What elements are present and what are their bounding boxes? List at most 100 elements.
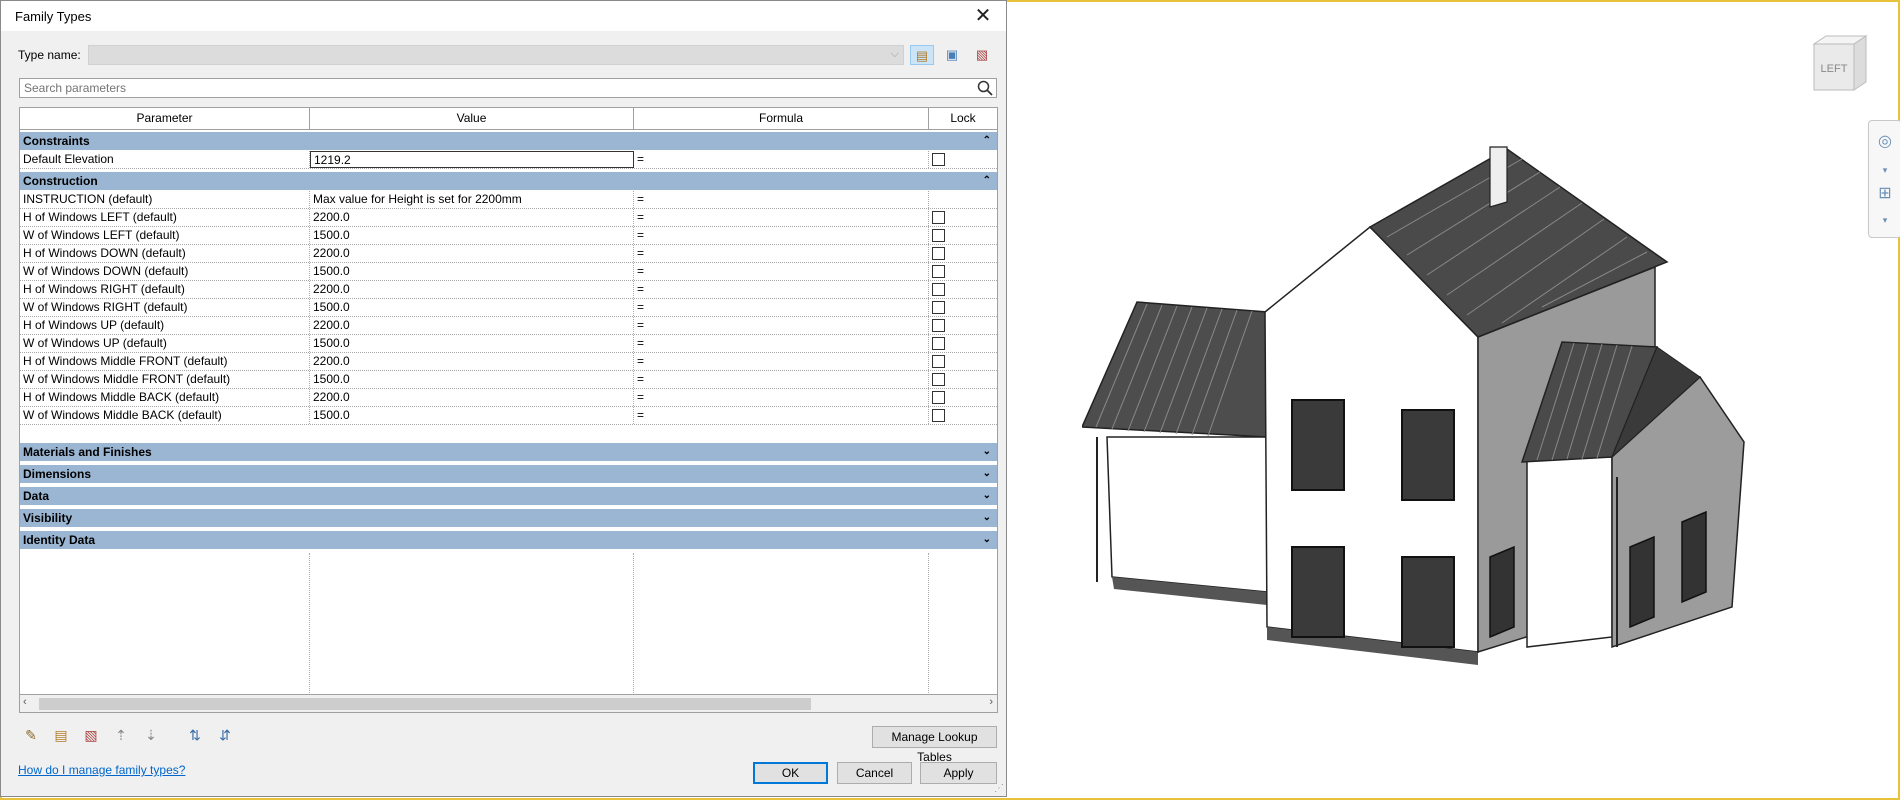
parameter-value[interactable]: 2200.0 [310,209,634,226]
column-header-lock[interactable]: Lock [929,108,997,129]
parameter-row[interactable]: W of Windows Middle BACK (default) 1500.0… [20,407,997,425]
parameter-row[interactable]: H of Windows UP (default) 2200.0 = [20,317,997,335]
parameter-formula[interactable]: = [634,317,929,334]
cancel-button[interactable]: Cancel [837,762,912,784]
parameter-value[interactable]: 1500.0 [310,407,634,424]
group-data[interactable]: Data ⌄ [20,487,997,505]
parameter-value[interactable]: 1500.0 [310,263,634,280]
parameter-row[interactable]: W of Windows UP (default) 1500.0 = [20,335,997,353]
delete-type-icon[interactable]: ▧ [970,45,994,65]
expand-icon[interactable]: ⌄ [983,487,991,505]
lock-checkbox[interactable] [932,373,945,386]
parameter-value[interactable]: 2200.0 [310,245,634,262]
collapse-icon[interactable]: ⌃ [983,172,991,190]
delete-parameter-icon[interactable]: ▧ [80,724,102,746]
group-identity-data[interactable]: Identity Data ⌄ [20,531,997,549]
parameter-name[interactable]: W of Windows LEFT (default) [20,227,310,244]
column-header-parameter[interactable]: Parameter [20,108,310,129]
parameter-value[interactable]: 2200.0 [310,353,634,370]
lock-checkbox[interactable] [932,409,945,422]
parameter-name[interactable]: H of Windows RIGHT (default) [20,281,310,298]
parameter-name[interactable]: W of Windows DOWN (default) [20,263,310,280]
expand-icon[interactable]: ⌄ [983,531,991,549]
parameter-formula[interactable]: = [634,335,929,352]
parameter-name[interactable]: W of Windows UP (default) [20,335,310,352]
parameter-name[interactable]: W of Windows Middle FRONT (default) [20,371,310,388]
parameter-name[interactable]: W of Windows RIGHT (default) [20,299,310,316]
parameter-row[interactable]: H of Windows Middle FRONT (default) 2200.… [20,353,997,371]
parameter-formula[interactable]: = [634,227,929,244]
expand-icon[interactable]: ⌄ [983,443,991,461]
parameter-name[interactable]: W of Windows Middle BACK (default) [20,407,310,424]
chevron-down-icon[interactable]: ▾ [1874,209,1896,231]
steering-wheel-icon[interactable]: ◎ [1874,131,1896,153]
parameter-formula[interactable]: = [634,191,929,208]
parameter-formula[interactable]: = [634,209,929,226]
title-bar[interactable]: Family Types ✕ [1,1,1006,31]
viewcube-face-label[interactable]: LEFT [1821,63,1848,75]
apply-button[interactable]: Apply [920,762,997,784]
parameter-value[interactable]: 1500.0 [310,335,634,352]
parameter-row[interactable]: H of Windows DOWN (default) 2200.0 = [20,245,997,263]
chevron-down-icon[interactable]: ⌵ [891,48,899,61]
column-header-value[interactable]: Value [310,108,634,129]
group-visibility[interactable]: Visibility ⌄ [20,509,997,527]
parameter-row[interactable]: W of Windows LEFT (default) 1500.0 = [20,227,997,245]
parameter-formula[interactable]: = [634,371,929,388]
parameter-value[interactable]: 1500.0 [310,299,634,316]
lock-checkbox[interactable] [932,247,945,260]
parameter-formula[interactable]: = [634,389,929,406]
move-down-icon[interactable]: ⇣ [140,724,162,746]
parameter-row[interactable]: Default Elevation 1219.2 = [20,151,997,169]
group-materials-and-finishes[interactable]: Materials and Finishes ⌄ [20,443,997,461]
scrollbar-thumb[interactable] [39,698,811,710]
resize-grip-icon[interactable]: ⋰ [994,783,1004,794]
parameter-row[interactable]: W of Windows DOWN (default) 1500.0 = [20,263,997,281]
lock-checkbox[interactable] [932,319,945,332]
parameter-value[interactable]: Max value for Height is set for 2200mm [310,191,634,208]
lock-checkbox[interactable] [932,391,945,404]
scroll-right-icon[interactable]: › [989,696,993,708]
parameter-formula[interactable]: = [634,263,929,280]
expand-icon[interactable]: ⌄ [983,509,991,527]
parameter-value[interactable]: 1219.2 [310,151,634,168]
parameter-name[interactable]: H of Windows Middle BACK (default) [20,389,310,406]
lock-checkbox[interactable] [932,153,945,166]
chevron-down-icon[interactable]: ▾ [1874,159,1896,181]
parameter-formula[interactable]: = [634,299,929,316]
search-input[interactable] [20,79,970,97]
group-dimensions[interactable]: Dimensions ⌄ [20,465,997,483]
horizontal-scrollbar[interactable]: ‹ › [19,695,998,713]
parameters-grid[interactable]: Parameter Value Formula Lock Constraints… [19,107,998,695]
parameter-row[interactable]: H of Windows RIGHT (default) 2200.0 = [20,281,997,299]
scroll-left-icon[interactable]: ‹ [23,696,27,708]
zoom-region-icon[interactable]: ⊞ [1874,183,1896,205]
parameter-formula[interactable]: = [634,281,929,298]
group-constraints[interactable]: Constraints ⌃ [20,132,997,150]
parameter-row[interactable]: INSTRUCTION (default) Max value for Heigh… [20,191,997,209]
sort-ascending-icon[interactable]: ⇅ [184,724,206,746]
lock-checkbox[interactable] [932,301,945,314]
parameter-row[interactable]: H of Windows LEFT (default) 2200.0 = [20,209,997,227]
lock-checkbox[interactable] [932,211,945,224]
parameter-value[interactable]: 2200.0 [310,389,634,406]
parameter-name[interactable]: H of Windows DOWN (default) [20,245,310,262]
parameter-formula[interactable]: = [634,407,929,424]
parameter-name[interactable]: H of Windows LEFT (default) [20,209,310,226]
rename-type-icon[interactable]: ▣ [940,45,964,65]
viewcube-icon[interactable]: LEFT [1808,32,1874,98]
parameter-value[interactable]: 1500.0 [310,371,634,388]
close-icon[interactable]: ✕ [968,4,998,28]
parameter-name[interactable]: H of Windows Middle FRONT (default) [20,353,310,370]
parameter-formula[interactable]: = [634,151,929,168]
collapse-icon[interactable]: ⌃ [983,132,991,150]
lock-checkbox[interactable] [932,355,945,368]
ok-button[interactable]: OK [753,762,828,784]
search-icon[interactable] [976,79,994,97]
parameter-row[interactable]: W of Windows Middle FRONT (default) 1500.… [20,371,997,389]
parameter-value[interactable]: 1500.0 [310,227,634,244]
navigation-bar[interactable]: ◎ ▾ ⊞ ▾ [1868,120,1900,238]
parameter-value[interactable]: 2200.0 [310,317,634,334]
sort-descending-icon[interactable]: ⇵ [214,724,236,746]
lock-checkbox[interactable] [932,337,945,350]
